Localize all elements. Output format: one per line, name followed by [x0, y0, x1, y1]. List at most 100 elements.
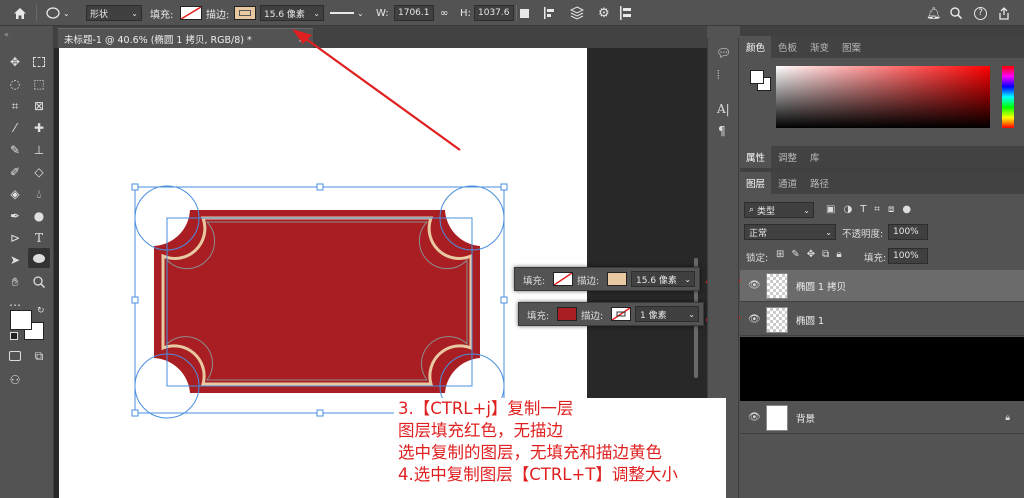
eraser-tool-icon[interactable]: ◇: [28, 162, 50, 182]
eye-icon[interactable]: 👁︎: [748, 280, 761, 291]
lock-transparent-icon[interactable]: ⊞: [776, 249, 784, 260]
tab-adjustments[interactable]: 调整: [772, 146, 803, 168]
path-select-icon[interactable]: ⊳: [4, 228, 26, 248]
color-field[interactable]: [776, 66, 990, 128]
brush-tool-icon[interactable]: ✎: [4, 140, 26, 160]
tab-swatches[interactable]: 色板: [772, 36, 803, 58]
filter-smart-icon[interactable]: ⧈: [888, 204, 894, 215]
align-icon[interactable]: [544, 0, 556, 26]
blend-mode-select[interactable]: 正常 ⌄: [744, 224, 836, 240]
lock-all-icon[interactable]: 🔒︎: [836, 249, 841, 260]
foreground-color[interactable]: [10, 310, 32, 330]
zoom-tool-icon[interactable]: [28, 272, 50, 292]
tab-layers[interactable]: 图层: [740, 172, 772, 194]
healing-brush-icon[interactable]: ✚: [28, 118, 50, 138]
fill-swatch[interactable]: [180, 6, 202, 20]
width-input[interactable]: 1706.1: [394, 5, 434, 21]
type-tool-icon[interactable]: T: [28, 228, 50, 248]
layer-row-ellipse[interactable]: 👁︎ 椭圆 1: [740, 304, 1024, 336]
stroke-swatch[interactable]: [234, 6, 256, 20]
document-tab[interactable]: 未标题-1 @ 40.6% (椭圆 1 拷贝, RGB/8) * ×: [58, 28, 313, 48]
pen-tool-icon[interactable]: ✒: [4, 206, 26, 226]
filter-adjust-icon[interactable]: ◑: [843, 204, 852, 215]
properties-panel-tabs: 属性 调整 库: [740, 146, 1024, 168]
tab-properties[interactable]: 属性: [740, 146, 772, 168]
screen-mode-icon[interactable]: ⧉: [28, 346, 50, 366]
edit-toolbar-icon[interactable]: ⚇: [4, 370, 26, 390]
eye-icon[interactable]: 👁︎: [748, 314, 761, 325]
stroke-width-input[interactable]: 1 像素 ⌄: [635, 306, 699, 322]
collapse-icon[interactable]: «: [4, 30, 9, 39]
blur-tool-icon[interactable]: 💧︎: [28, 184, 50, 204]
arrange-icon[interactable]: [570, 0, 584, 26]
history-brush-icon[interactable]: ✐: [4, 162, 26, 182]
ellipse-tool-icon[interactable]: ⌄: [46, 0, 74, 26]
swap-colors-icon[interactable]: ↻: [37, 306, 45, 316]
share-icon[interactable]: [998, 0, 1010, 26]
stroke-style-select[interactable]: ⌄: [330, 0, 366, 26]
stamp-tool-icon[interactable]: ⊥: [28, 140, 50, 160]
lock-icon[interactable]: 🔒︎: [1005, 413, 1010, 423]
height-input[interactable]: 1037.6: [474, 5, 514, 21]
align-edges-icon[interactable]: [620, 0, 632, 26]
filter-shape-icon[interactable]: ⌗: [874, 204, 880, 215]
fill-swatch[interactable]: [553, 272, 573, 286]
hue-slider[interactable]: [1002, 66, 1014, 128]
color-panel-tabs: 颜色 色板 渐变 图案: [740, 36, 1024, 58]
object-select-icon[interactable]: ⬚: [28, 74, 50, 94]
paragraph-panel-icon[interactable]: ¶: [718, 124, 726, 138]
search-icon[interactable]: [950, 0, 962, 26]
help-icon[interactable]: ?: [974, 0, 987, 26]
bell-icon[interactable]: 🔔︎: [926, 0, 941, 26]
gear-icon[interactable]: ⚙: [598, 0, 610, 26]
crop-tool-icon[interactable]: ⌗: [4, 96, 26, 116]
stroke-width-input[interactable]: 15.6 像素 ⌄: [260, 5, 324, 21]
frame-tool-icon[interactable]: ⊠: [28, 96, 50, 116]
stroke-swatch[interactable]: [607, 272, 627, 286]
quick-mask-icon[interactable]: [4, 346, 26, 366]
hand-tool-icon[interactable]: ✋︎: [4, 272, 26, 292]
comments-icon[interactable]: 💬︎: [716, 46, 731, 60]
filter-pixel-icon[interactable]: ▣: [826, 204, 835, 215]
move-tool-icon[interactable]: ✥: [4, 52, 26, 72]
layer-row-background[interactable]: 👁︎ 背景 🔒︎: [740, 402, 1024, 434]
more-tools-icon[interactable]: …: [4, 292, 26, 312]
document-tab-bar: 未标题-1 @ 40.6% (椭圆 1 拷贝, RGB/8) * ×: [54, 26, 707, 48]
paint-bucket-icon[interactable]: ◈: [4, 184, 26, 204]
dodge-tool-icon[interactable]: ●: [28, 206, 50, 226]
filter-type-icon[interactable]: T: [860, 204, 866, 215]
eyedropper-icon[interactable]: ⁄: [4, 118, 26, 138]
layer-kind-filter[interactable]: ⌕ 类型 ⌄: [744, 202, 814, 218]
tab-patterns[interactable]: 图案: [836, 36, 867, 58]
direct-select-icon[interactable]: ➤: [4, 250, 26, 270]
fill-opacity-input[interactable]: 100%: [888, 248, 928, 264]
link-icon[interactable]: ∞: [440, 0, 448, 26]
tab-channels[interactable]: 通道: [772, 172, 803, 194]
lock-image-icon[interactable]: ✎: [791, 249, 799, 260]
lasso-tool-icon[interactable]: ◌: [4, 74, 26, 94]
close-tab-icon[interactable]: ×: [298, 32, 307, 45]
tab-color[interactable]: 颜色: [740, 36, 772, 58]
mode-select[interactable]: 形状 ⌄: [86, 5, 142, 21]
filter-toggle-icon[interactable]: ●: [902, 204, 911, 215]
tab-paths[interactable]: 路径: [804, 172, 835, 194]
lock-position-icon[interactable]: ✥: [807, 249, 815, 260]
default-colors-icon[interactable]: [10, 332, 18, 340]
path-ops-icon[interactable]: [520, 0, 529, 26]
stroke-swatch[interactable]: [611, 307, 631, 321]
original-layer-options: 填充: 描边: 1 像素 ⌄: [518, 302, 704, 326]
opacity-input[interactable]: 100%: [888, 224, 928, 240]
tab-gradients[interactable]: 渐变: [804, 36, 835, 58]
character-panel-icon[interactable]: A|: [717, 102, 730, 116]
tab-libraries[interactable]: 库: [804, 146, 826, 168]
lock-artboard-icon[interactable]: ⧉: [822, 249, 829, 260]
stroke-width-input[interactable]: 15.6 像素 ⌄: [631, 271, 695, 287]
eye-icon[interactable]: 👁︎: [748, 412, 761, 423]
home-icon[interactable]: [12, 0, 28, 26]
layer-row-ellipse-copy[interactable]: 👁︎ 椭圆 1 拷贝: [740, 270, 1024, 302]
fill-swatch[interactable]: [557, 307, 577, 321]
ellipse-tool-active-icon[interactable]: [28, 248, 50, 268]
marquee-tool-icon[interactable]: [28, 52, 50, 72]
brush-settings-icon[interactable]: ⦙: [717, 68, 720, 83]
fg-swatch-small[interactable]: [750, 70, 764, 84]
